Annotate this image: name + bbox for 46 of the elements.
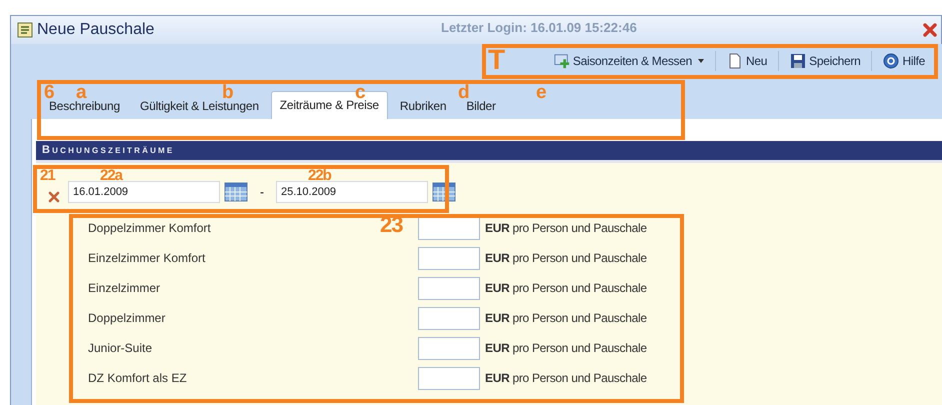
date-field[interactable]: 25.10.2009: [276, 181, 428, 203]
room-label: Doppelzimmer Komfort: [88, 221, 211, 235]
document-icon: [727, 53, 744, 69]
price-field[interactable]: [418, 246, 480, 270]
room-label: Einzelzimmer: [88, 281, 160, 295]
price-unit: EUR pro Person und Pauschale: [485, 251, 648, 265]
delete-icon[interactable]: [48, 191, 60, 203]
calendar-plus-icon: [554, 53, 570, 69]
price-field[interactable]: [418, 216, 480, 240]
price-unit: EUR pro Person und Pauschale: [485, 281, 648, 295]
annotation-label: 22a: [100, 168, 122, 183]
toolbar-button[interactable]: Saisonzeiten & Messen: [548, 51, 710, 71]
annotation-label: 21: [40, 168, 55, 183]
room-label: Junior-Suite: [88, 341, 152, 355]
annotation-label: e: [536, 83, 546, 102]
price-unit: EUR pro Person und Pauschale: [485, 341, 648, 355]
annotation-label: 22b: [308, 168, 331, 183]
annotation-label: a: [76, 83, 86, 102]
toolbar-button[interactable]: Speichern: [785, 51, 866, 71]
price-unit: EUR pro Person und Pauschale: [485, 371, 648, 385]
section-header: Buchungszeiträume: [36, 141, 942, 163]
price-field[interactable]: [418, 366, 480, 390]
toolbar-button[interactable]: Hilfe: [878, 51, 930, 71]
date-field[interactable]: 16.01.2009: [68, 181, 220, 203]
annotation-label: b: [222, 83, 233, 102]
annotation-label: 6: [44, 83, 54, 102]
price-field[interactable]: [418, 276, 480, 300]
price-field[interactable]: [418, 336, 480, 360]
login-info: Letzter Login: 16.01.09 15:22:46: [441, 20, 637, 35]
close-icon[interactable]: [923, 23, 937, 37]
room-label: Doppelzimmer: [88, 311, 166, 325]
price-unit: EUR pro Person und Pauschale: [485, 311, 648, 325]
tab[interactable]: Rubriken: [392, 93, 454, 119]
toolbar-button[interactable]: Neu: [722, 51, 772, 71]
help-icon: [883, 53, 900, 69]
room-label: Einzelzimmer Komfort: [88, 251, 206, 265]
annotation-label: d: [458, 83, 469, 102]
date-separator: -: [260, 185, 264, 199]
room-label: DZ Komfort als EZ: [88, 371, 187, 385]
form-icon: [17, 22, 33, 38]
price-unit: EUR pro Person und Pauschale: [485, 221, 648, 235]
caret-icon: [698, 59, 704, 63]
annotation-label: T: [488, 46, 504, 74]
calendar-icon[interactable]: [224, 182, 248, 202]
price-field[interactable]: [418, 306, 480, 330]
window-title: Neue Pauschale: [37, 21, 154, 39]
